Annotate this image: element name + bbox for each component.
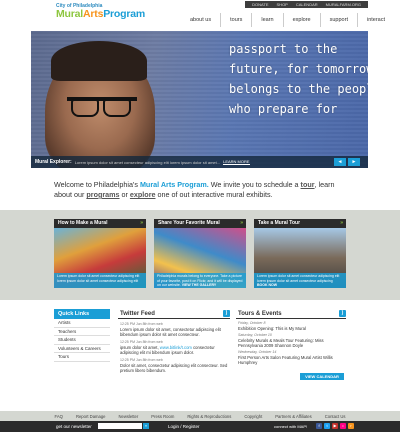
social-icons: f t ▶ • r — [316, 423, 354, 429]
quick-link-students[interactable]: Students — [54, 336, 110, 345]
chevron-right-icon: » — [240, 220, 243, 226]
hero-caption-text: Lorem ipsum dolor sit amet consecteur ad… — [74, 159, 221, 165]
utility-donate-link[interactable]: DONATE — [248, 1, 272, 8]
quick-link-artists[interactable]: Artists — [54, 319, 110, 328]
tweet: 12:25 PM Jun 8th from web ipsum dolor si… — [120, 340, 215, 355]
facebook-icon[interactable]: f — [316, 423, 322, 429]
login-register-link[interactable]: Login / Register — [168, 423, 200, 430]
tweet: 12:25 PM Jun 8th from web Dolor sit amet… — [120, 358, 228, 373]
card-share-mural[interactable]: Share Your Favorite Mural» Philadelphia … — [154, 219, 246, 288]
hero-caption: Mural Explorer: Lorem ipsum dolor sit am… — [31, 156, 368, 168]
hero-next-button[interactable]: ► — [348, 158, 360, 166]
card-mural-tour[interactable]: Take a Mural Tour » Lorem ipsum dolor sit… — [254, 219, 346, 288]
main-nav: about us tours learn explore support int… — [181, 13, 394, 27]
tours-events: Tours & Events) Friday, October 8 Exhibi… — [236, 309, 346, 380]
card-title: How to Make a Mural — [58, 220, 108, 226]
welcome-text: Welcome to Philadelphia's Mural Arts Pro… — [54, 180, 335, 199]
twitter-feed-title: Twitter Feed — [120, 311, 155, 317]
nav-interact[interactable]: interact — [356, 13, 394, 27]
view-gallery-link[interactable]: VIEW THE GALLERY — [182, 283, 216, 287]
chevron-right-icon: » — [140, 220, 143, 226]
footer-link-rights[interactable]: Rights & Reproductions — [187, 414, 231, 419]
quick-links-title: Quick Links — [54, 309, 110, 319]
card-text: Lorem ipsum dolor sit amet consecteur ad… — [57, 274, 140, 283]
event-item[interactable]: Wednesday, October 14 First Person Arts … — [236, 350, 346, 365]
quick-link-volunteers[interactable]: Volunteers & Careers — [54, 345, 110, 353]
tour-link[interactable]: tour — [301, 180, 315, 189]
flickr-icon[interactable]: • — [340, 423, 346, 429]
site-header: City of Philadelphia MuralArtsProgram DO… — [0, 0, 400, 30]
card-text: Lorem ipsum dolor sit amet consecteur ad… — [257, 274, 340, 283]
footer-link-press-room[interactable]: Press Room — [151, 414, 174, 419]
footer-link-faq[interactable]: FAQ — [55, 414, 63, 419]
footer-link-report-damage[interactable]: Report Damage — [76, 414, 106, 419]
hero-quote: passport to the future, for tomorrow bel… — [229, 42, 368, 116]
view-calendar-button[interactable]: VIEW CALENDAR — [300, 373, 344, 380]
utility-calendar-link[interactable]: CALENDAR — [292, 1, 322, 8]
nav-about-us[interactable]: about us — [181, 13, 220, 27]
footer-bar: get our newsletter » Login / Register co… — [0, 421, 400, 432]
footer-links: FAQ Report Damage Newsletter Press Room … — [0, 411, 400, 421]
hero-banner[interactable]: passport to the future, for tomorrow bel… — [31, 31, 368, 168]
event-item[interactable]: Friday, October 8 Exhibition Opening: Th… — [236, 321, 346, 331]
logo-name: MuralArtsProgram — [56, 8, 146, 20]
newsletter-submit-button[interactable]: » — [143, 423, 149, 429]
youtube-icon[interactable]: ▶ — [332, 423, 338, 429]
footer-link-partners[interactable]: Partners & Affiliates — [275, 414, 311, 419]
card-title: Take a Mural Tour — [258, 220, 301, 226]
hero-caption-title: Mural Explorer: — [35, 159, 72, 165]
rss-icon[interactable]: ) — [223, 310, 230, 317]
utility-shop-link[interactable]: SHOP — [273, 1, 292, 8]
footer-link-contact[interactable]: Contact Us — [325, 414, 346, 419]
quick-links: Quick Links Artists Teachers Students Vo… — [54, 309, 110, 362]
event-item[interactable]: Saturday, October 10 Celebrity Murals & … — [236, 333, 346, 348]
tours-events-title: Tours & Events — [238, 311, 282, 317]
hero-learn-more-link[interactable]: LEARN MORE — [223, 159, 250, 165]
utility-muralfarm-link[interactable]: MURALFARM.ORG — [322, 1, 365, 8]
explore-link[interactable]: explore — [130, 190, 156, 199]
book-now-link[interactable]: BOOK NOW — [257, 283, 277, 287]
utility-nav: DONATE SHOP CALENDAR MURALFARM.ORG — [245, 1, 368, 8]
footer-link-newsletter[interactable]: Newsletter — [119, 414, 139, 419]
quick-link-teachers[interactable]: Teachers — [54, 328, 110, 336]
nav-learn[interactable]: learn — [251, 13, 282, 27]
card-title: Share Your Favorite Mural — [158, 220, 220, 226]
newsletter-email-input[interactable] — [98, 423, 142, 429]
hero-prev-button[interactable]: ◄ — [334, 158, 346, 166]
nav-support[interactable]: support — [319, 13, 357, 27]
connect-label: connect with MAP! — [274, 424, 308, 429]
twitter-icon[interactable]: t — [324, 423, 330, 429]
rss-icon[interactable]: r — [348, 423, 354, 429]
nav-explore[interactable]: explore — [282, 13, 320, 27]
twitter-feed: Twitter Feed) 12:25 PM Jun 8th from web … — [118, 309, 230, 373]
tweet: 12:25 PM Jun 8th from web Lorem ipsum do… — [120, 322, 221, 337]
programs-link[interactable]: programs — [86, 190, 119, 199]
site-logo[interactable]: City of Philadelphia MuralArtsProgram — [56, 4, 145, 20]
card-make-a-mural[interactable]: How to Make a Mural » Lorem ipsum dolor s… — [54, 219, 146, 288]
nav-tours[interactable]: tours — [220, 13, 251, 27]
hero-arrows: ◄ ► — [334, 158, 360, 166]
footer-link-copyright[interactable]: Copyright — [244, 414, 262, 419]
quick-link-tours[interactable]: Tours — [54, 353, 110, 362]
chevron-right-icon: » — [340, 220, 343, 226]
newsletter-label: get our newsletter — [56, 424, 92, 429]
rss-icon[interactable]: ) — [339, 310, 346, 317]
